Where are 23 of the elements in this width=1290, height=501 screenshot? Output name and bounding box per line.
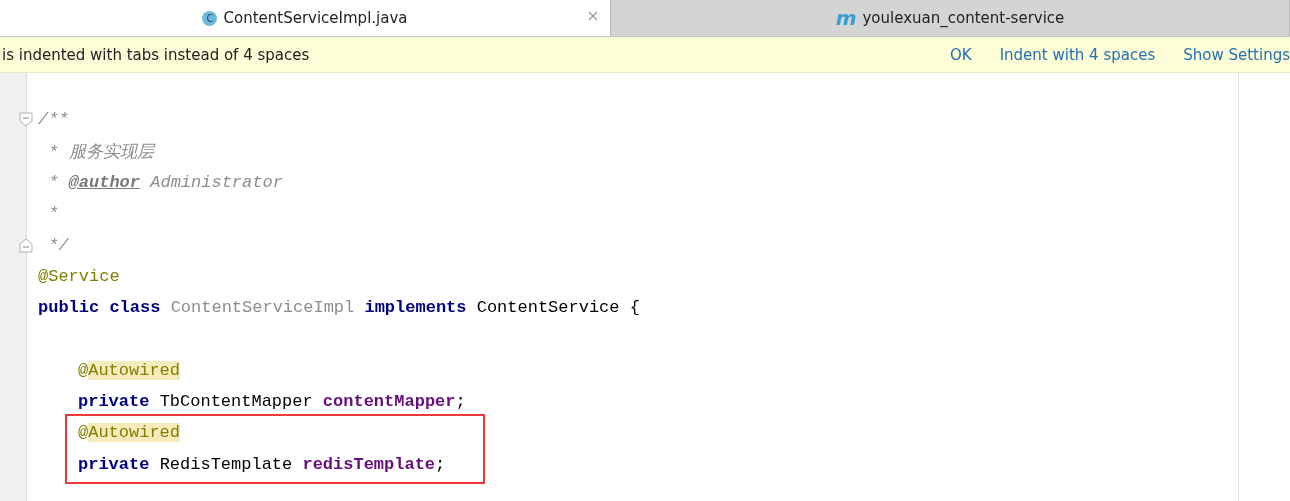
code-line: @Autowired bbox=[78, 423, 181, 443]
code-line: private TbContentMapper contentMapper; bbox=[78, 392, 466, 412]
fold-icon[interactable] bbox=[19, 112, 33, 128]
code-line: @Service bbox=[38, 266, 120, 286]
module-icon: m bbox=[835, 6, 857, 30]
tab-label: ContentServiceImpl.java bbox=[223, 9, 408, 27]
code-comment: * @author Administrator bbox=[47, 173, 283, 193]
notification-link[interactable]: Show Settings bbox=[1183, 45, 1290, 64]
close-icon[interactable] bbox=[586, 9, 600, 23]
editor-tab[interactable]: C ContentServiceImpl.java bbox=[0, 0, 611, 36]
code-line: @Autowired bbox=[78, 360, 181, 380]
class-icon: C bbox=[202, 10, 218, 26]
code-comment: * 服务实现层 bbox=[47, 141, 154, 163]
code-line: private RedisTemplate redisTemplate; bbox=[78, 454, 446, 474]
code-comment: * bbox=[47, 204, 59, 224]
code-line: public class ContentServiceImpl implements ContentService { bbox=[38, 298, 640, 318]
notification-text: is indented with tabs instead of 4 spaces bbox=[2, 45, 311, 64]
tab-label: youlexuan_content-service bbox=[862, 9, 1065, 27]
code-comment: /** bbox=[38, 110, 69, 130]
code-comment: */ bbox=[47, 235, 69, 255]
fold-icon[interactable] bbox=[19, 237, 33, 253]
notification-link[interactable]: Indent with 4 spaces bbox=[999, 45, 1156, 64]
notification-link[interactable]: OK bbox=[950, 45, 972, 64]
